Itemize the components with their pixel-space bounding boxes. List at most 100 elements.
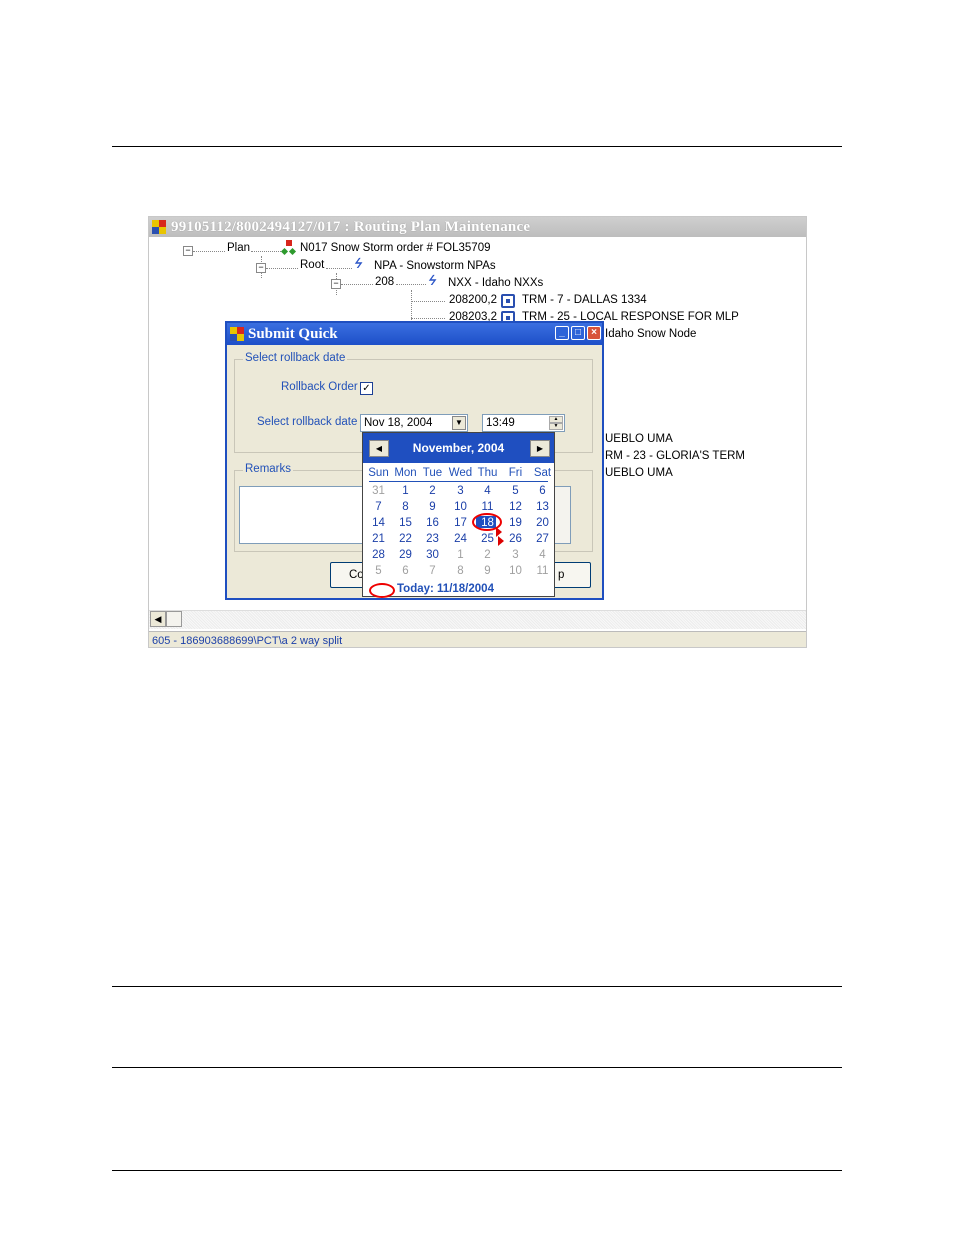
scroll-left-icon[interactable]: ◀ <box>150 611 166 627</box>
time-picker[interactable]: 13:49 ▲ ▼ <box>482 414 565 432</box>
tree-plan-node[interactable]: N017 Snow Storm order # FOL35709 <box>300 241 491 255</box>
calendar-day[interactable]: 2 <box>419 483 446 499</box>
terminal-icon <box>501 294 515 308</box>
calendar-day[interactable]: 10 <box>502 563 529 579</box>
rollback-order-label: Rollback Order <box>281 381 358 393</box>
calendar-day[interactable]: 6 <box>529 483 556 499</box>
date-value: Nov 18, 2004 <box>364 417 433 429</box>
calendar-dow-fri: Fri <box>508 467 523 479</box>
tree-leaf-code-1[interactable]: 208200,2 <box>449 293 497 307</box>
calendar-dow-sun: Sun <box>368 467 389 479</box>
collapse-nxx-icon[interactable]: − <box>331 279 341 289</box>
rule-2 <box>112 986 842 987</box>
tree-leaf-text-5[interactable]: RM - 23 - GLORIA'S TERM <box>605 449 745 463</box>
calendar-day[interactable]: 20 <box>529 515 556 531</box>
calendar-day[interactable]: 23 <box>419 531 446 547</box>
window-title: 99105112/8002494127/017 : Routing Plan M… <box>171 219 531 235</box>
time-value: 13:49 <box>486 417 515 429</box>
calendar-day[interactable]: 8 <box>392 499 419 515</box>
collapse-plan-icon[interactable]: − <box>183 246 193 256</box>
npa-lightning-icon: ϟ <box>352 255 366 271</box>
calendar-separator <box>369 481 548 482</box>
collapse-root-icon[interactable]: − <box>256 263 266 273</box>
calendar-day[interactable]: 1 <box>392 483 419 499</box>
tree-line <box>251 251 281 252</box>
spin-up-icon[interactable]: ▲ <box>549 416 563 423</box>
today-circle-icon[interactable] <box>369 583 395 598</box>
calendar-day[interactable]: 6 <box>392 563 419 579</box>
calendar-day[interactable]: 7 <box>419 563 446 579</box>
tree-nxx-node[interactable]: NXX - Idaho NXXs <box>448 276 543 290</box>
calendar-day[interactable]: 24 <box>447 531 474 547</box>
window-titlebar[interactable]: 99105112/8002494127/017 : Routing Plan M… <box>149 217 806 237</box>
calendar-day[interactable]: 8 <box>447 563 474 579</box>
scroll-thumb[interactable] <box>166 611 182 627</box>
chevron-down-icon[interactable]: ▼ <box>452 416 466 430</box>
dialog-app-icon <box>230 327 244 341</box>
plan-node-icon <box>280 240 297 256</box>
tree-leaf-text-4[interactable]: UEBLO UMA <box>605 432 673 446</box>
app-icon <box>152 220 166 234</box>
calendar-day[interactable]: 15 <box>392 515 419 531</box>
group-legend: Select rollback date <box>243 352 348 364</box>
horizontal-scrollbar[interactable]: ◀ <box>149 610 806 629</box>
calendar-day[interactable]: 4 <box>474 483 501 499</box>
calendar-day[interactable]: 29 <box>392 547 419 563</box>
calendar-header: November, 2004 ◀ ▶ <box>363 433 554 463</box>
tree-leaf-text-1[interactable]: TRM - 7 - DALLAS 1334 <box>522 293 647 307</box>
calendar-dow-sat: Sat <box>533 467 552 479</box>
calendar-day[interactable]: 5 <box>502 483 529 499</box>
calendar-day[interactable]: 2 <box>474 547 501 563</box>
calendar-day[interactable]: 5 <box>365 563 392 579</box>
calendar-day[interactable]: 19 <box>502 515 529 531</box>
calendar-day[interactable]: 9 <box>474 563 501 579</box>
nxx-lightning-icon: ϟ <box>426 272 440 288</box>
calendar-day[interactable]: 13 <box>529 499 556 515</box>
spin-down-icon[interactable]: ▼ <box>549 423 563 430</box>
calendar-day[interactable]: 3 <box>502 547 529 563</box>
tree-leaf-text-3[interactable]: Idaho Snow Node <box>605 327 696 341</box>
calendar-day[interactable]: 30 <box>419 547 446 563</box>
tree-plan-label[interactable]: Plan <box>227 241 250 255</box>
prev-month-icon[interactable]: ◀ <box>369 440 389 457</box>
top-rule <box>112 146 842 147</box>
calendar-day[interactable]: 12 <box>502 499 529 515</box>
tree-npa-node[interactable]: NPA - Snowstorm NPAs <box>374 259 496 273</box>
calendar-day[interactable]: 3 <box>447 483 474 499</box>
calendar-month-title: November, 2004 <box>412 441 505 455</box>
remarks-legend: Remarks <box>243 463 294 475</box>
tree-nxx-label[interactable]: 208 <box>375 275 394 289</box>
next-month-icon[interactable]: ▶ <box>530 440 550 457</box>
calendar-day[interactable]: 28 <box>365 547 392 563</box>
date-picker[interactable]: Nov 18, 2004 ▼ <box>360 414 468 432</box>
calendar-day[interactable]: 11 <box>529 563 556 579</box>
calendar-day[interactable]: 31 <box>365 483 392 499</box>
tree-leaf-text-6[interactable]: UEBLO UMA <box>605 466 673 480</box>
calendar-day[interactable]: 16 <box>419 515 446 531</box>
calendar-day[interactable]: 22 <box>392 531 419 547</box>
calendar-day[interactable]: 14 <box>365 515 392 531</box>
today-link[interactable]: Today: 11/18/2004 <box>397 583 494 595</box>
calendar-day[interactable]: 7 <box>365 499 392 515</box>
tree-line <box>326 268 352 269</box>
calendar-day[interactable]: 4 <box>529 547 556 563</box>
rollback-order-checkbox[interactable]: ✓ <box>360 382 373 395</box>
tree-line <box>411 301 445 302</box>
calendar-day[interactable]: 17 <box>447 515 474 531</box>
maximize-icon[interactable]: □ <box>571 326 585 340</box>
calendar-dow-tue: Tue <box>422 467 443 479</box>
calendar-day[interactable]: 27 <box>529 531 556 547</box>
calendar-dropdown: November, 2004 ◀ ▶ Sun Mon Tue Wed Thu Fri Sat… <box>362 432 556 598</box>
close-icon[interactable]: × <box>587 326 601 340</box>
calendar-day[interactable]: 9 <box>419 499 446 515</box>
calendar-dow-thu: Thu <box>477 467 498 479</box>
calendar-day[interactable]: 26 <box>502 531 529 547</box>
dialog-titlebar[interactable]: Submit Quick _ □ × <box>227 323 602 345</box>
calendar-day[interactable]: 21 <box>365 531 392 547</box>
calendar-day[interactable]: 1 <box>447 547 474 563</box>
tree-root-label[interactable]: Root <box>300 258 324 272</box>
calendar-day[interactable]: 10 <box>447 499 474 515</box>
tree-line <box>266 268 298 269</box>
minimize-icon[interactable]: _ <box>555 326 569 340</box>
bottom-rule <box>112 1170 842 1171</box>
